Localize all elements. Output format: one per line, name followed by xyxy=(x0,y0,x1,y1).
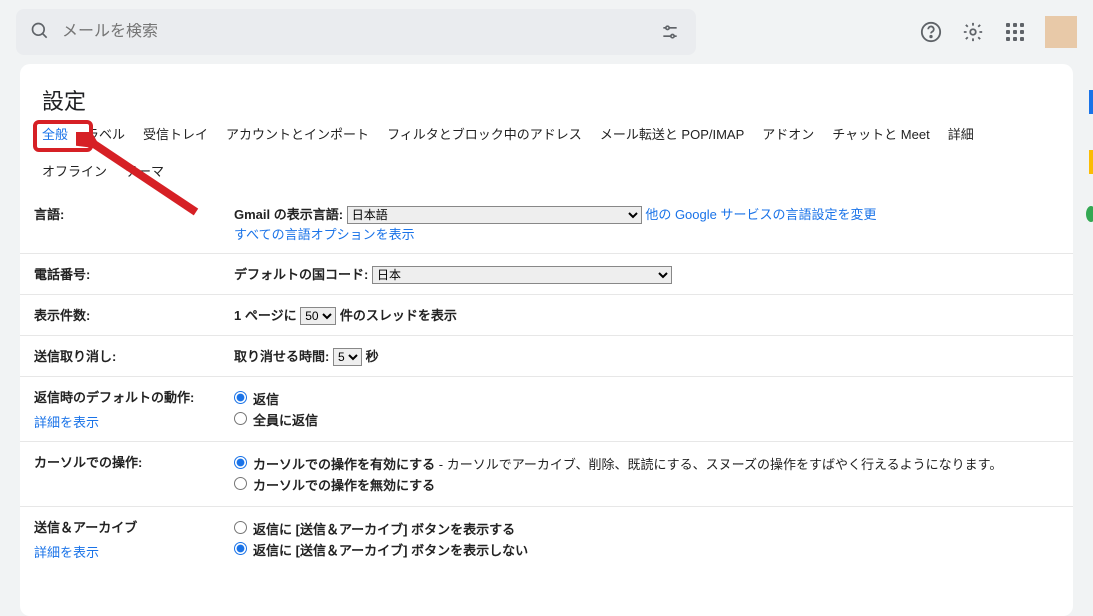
row-language: 言語: Gmail の表示言語: 日本語 他の Google サービスの言語設定… xyxy=(20,194,1073,254)
radio-reply-all[interactable] xyxy=(234,412,247,425)
radio-reply-all-label: 全員に返信 xyxy=(253,410,318,429)
page-title: 設定 xyxy=(20,68,1073,124)
show-all-lang-link[interactable]: すべての言語オプションを表示 xyxy=(234,227,415,242)
settings-panel: 設定 全般 ラベル 受信トレイ アカウントとインポート フィルタとブロック中のア… xyxy=(20,64,1073,616)
search-icon xyxy=(30,21,50,44)
page-size-before: 1 ページに xyxy=(234,308,300,323)
tab-labels[interactable]: ラベル xyxy=(86,124,125,147)
page-size-after: 件のスレッドを表示 xyxy=(340,308,457,323)
row-hover: カーソルでの操作: カーソルでの操作を有効にする - カーソルでアーカイブ、削除… xyxy=(20,442,1073,507)
tab-general[interactable]: 全般 xyxy=(42,124,68,147)
help-icon[interactable] xyxy=(919,20,943,44)
top-bar xyxy=(0,0,1093,64)
row-page-size: 表示件数: 1 ページに 50 件のスレッドを表示 xyxy=(20,295,1073,336)
gear-icon[interactable] xyxy=(961,20,985,44)
radio-reply-label: 返信 xyxy=(253,389,279,408)
sa-show-label: 返信に [送信＆アーカイブ] ボタンを表示する xyxy=(253,519,515,538)
label-phone: 電話番号: xyxy=(34,267,90,282)
search-box[interactable] xyxy=(16,9,696,55)
radio-sa-hide[interactable] xyxy=(234,542,247,555)
tab-advanced[interactable]: 詳細 xyxy=(948,124,974,147)
row-reply-behavior: 返信時のデフォルトの動作: 詳細を表示 返信 全員に返信 xyxy=(20,377,1073,442)
undo-after: 秒 xyxy=(366,349,379,364)
page-size-select[interactable]: 50 xyxy=(300,307,336,325)
tab-forwarding[interactable]: メール転送と POP/IMAP xyxy=(600,124,744,147)
undo-seconds-select[interactable]: 5 xyxy=(333,348,362,366)
radio-reply[interactable] xyxy=(234,391,247,404)
sa-hide-label: 返信に [送信＆アーカイブ] ボタンを表示しない xyxy=(253,540,528,559)
hover-enable-desc: - カーソルでアーカイブ、削除、既読にする、スヌーズの操作をすばやく行えるように… xyxy=(439,457,1003,472)
settings-table: 言語: Gmail の表示言語: 日本語 他の Google サービスの言語設定… xyxy=(20,194,1073,571)
tab-offline[interactable]: オフライン xyxy=(42,161,107,184)
row-phone: 電話番号: デフォルトの国コード: 日本 xyxy=(20,254,1073,295)
row-send-archive: 送信＆アーカイブ 詳細を表示 返信に [送信＆アーカイブ] ボタンを表示する 返… xyxy=(20,507,1073,572)
undo-before: 取り消せる時間: xyxy=(234,349,333,364)
label-hover: カーソルでの操作: xyxy=(34,455,142,470)
tab-themes[interactable]: テーマ xyxy=(125,161,164,184)
label-send-archive: 送信＆アーカイブ xyxy=(34,520,137,535)
label-reply: 返信時のデフォルトの動作: xyxy=(34,390,194,405)
label-language: 言語: xyxy=(34,207,64,222)
avatar[interactable] xyxy=(1045,16,1077,48)
top-right-actions xyxy=(919,16,1077,48)
hover-disable-label: カーソルでの操作を無効にする xyxy=(253,475,435,494)
reply-details-link[interactable]: 詳細を表示 xyxy=(34,412,206,431)
radio-hover-enable[interactable] xyxy=(234,456,247,469)
display-language-select[interactable]: 日本語 xyxy=(347,206,642,224)
send-archive-details-link[interactable]: 詳細を表示 xyxy=(34,542,206,561)
apps-icon[interactable] xyxy=(1003,20,1027,44)
row-undo-send: 送信取り消し: 取り消せる時間: 5 秒 xyxy=(20,336,1073,377)
radio-sa-show[interactable] xyxy=(234,521,247,534)
label-page-size: 表示件数: xyxy=(34,308,90,323)
sidebar-edge-indicator xyxy=(1086,206,1093,222)
tab-accounts[interactable]: アカウントとインポート xyxy=(226,124,369,147)
hover-enable-label: カーソルでの操作を有効にする xyxy=(253,457,435,472)
tab-inbox[interactable]: 受信トレイ xyxy=(143,124,208,147)
radio-hover-disable[interactable] xyxy=(234,477,247,490)
search-input[interactable] xyxy=(62,23,682,41)
tab-addons[interactable]: アドオン xyxy=(762,124,814,147)
display-language-label: Gmail の表示言語: xyxy=(234,207,343,222)
tab-chat[interactable]: チャットと Meet xyxy=(832,124,929,147)
label-undo: 送信取り消し: xyxy=(34,349,116,364)
country-code-select[interactable]: 日本 xyxy=(372,266,672,284)
settings-tabs: 全般 ラベル 受信トレイ アカウントとインポート フィルタとブロック中のアドレス… xyxy=(20,124,1073,184)
search-options-icon[interactable] xyxy=(658,20,682,44)
other-lang-link[interactable]: 他の Google サービスの言語設定を変更 xyxy=(645,207,876,222)
sidebar-edge-indicator xyxy=(1089,90,1093,114)
tab-filters[interactable]: フィルタとブロック中のアドレス xyxy=(387,124,582,147)
sidebar-edge-indicator xyxy=(1089,150,1093,174)
default-country-label: デフォルトの国コード: xyxy=(234,267,368,282)
